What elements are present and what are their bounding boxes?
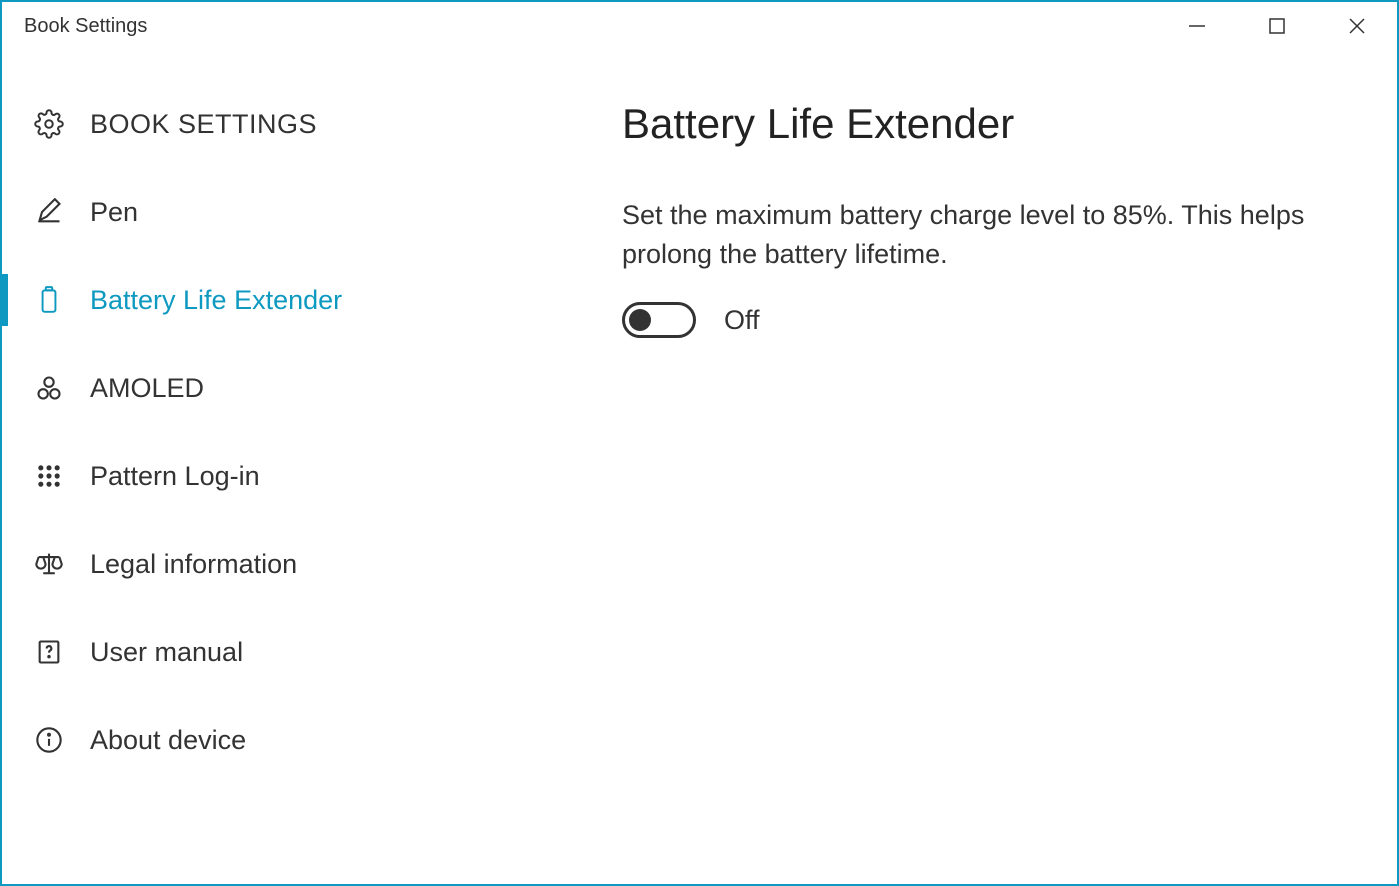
- battery-extender-toggle[interactable]: [622, 302, 696, 338]
- close-button[interactable]: [1317, 2, 1397, 50]
- page-title: Battery Life Extender: [622, 100, 1317, 148]
- window-controls: [1157, 2, 1397, 50]
- circles-icon: [32, 371, 66, 405]
- maximize-icon: [1268, 17, 1286, 35]
- maximize-button[interactable]: [1237, 2, 1317, 50]
- sidebar-item-label: User manual: [90, 637, 243, 668]
- app-window: Book Settings BOOK SETTINGS: [0, 0, 1399, 886]
- manual-icon: [32, 635, 66, 669]
- scales-icon: [32, 547, 66, 581]
- sidebar-item-label: Pen: [90, 197, 138, 228]
- sidebar-item-user-manual[interactable]: User manual: [2, 608, 562, 696]
- sidebar-item-label: AMOLED: [90, 373, 204, 404]
- sidebar-item-label: Pattern Log-in: [90, 461, 260, 492]
- sidebar-item-label: Legal information: [90, 549, 297, 580]
- sidebar-item-amoled[interactable]: AMOLED: [2, 344, 562, 432]
- minimize-icon: [1188, 17, 1206, 35]
- sidebar-item-label: About device: [90, 725, 246, 756]
- gear-icon: [32, 107, 66, 141]
- sidebar: BOOK SETTINGS Pen Battery Life Extender …: [2, 50, 562, 884]
- battery-icon: [32, 283, 66, 317]
- close-icon: [1347, 16, 1367, 36]
- sidebar-item-battery-life-extender[interactable]: Battery Life Extender: [2, 256, 562, 344]
- sidebar-item-pattern-login[interactable]: Pattern Log-in: [2, 432, 562, 520]
- window-title: Book Settings: [24, 15, 147, 38]
- pattern-icon: [32, 459, 66, 493]
- main-panel: Battery Life Extender Set the maximum ba…: [562, 50, 1397, 884]
- toggle-knob: [629, 309, 651, 331]
- content: BOOK SETTINGS Pen Battery Life Extender …: [2, 50, 1397, 884]
- sidebar-item-about-device[interactable]: About device: [2, 696, 562, 784]
- sidebar-item-legal-information[interactable]: Legal information: [2, 520, 562, 608]
- minimize-button[interactable]: [1157, 2, 1237, 50]
- titlebar: Book Settings: [2, 2, 1397, 50]
- toggle-state-label: Off: [724, 305, 760, 336]
- page-description: Set the maximum battery charge level to …: [622, 196, 1317, 274]
- info-icon: [32, 723, 66, 757]
- pen-icon: [32, 195, 66, 229]
- sidebar-item-label: Battery Life Extender: [90, 285, 342, 316]
- sidebar-heading-label: BOOK SETTINGS: [90, 109, 317, 140]
- sidebar-heading[interactable]: BOOK SETTINGS: [2, 80, 562, 168]
- sidebar-item-pen[interactable]: Pen: [2, 168, 562, 256]
- toggle-row: Off: [622, 302, 1317, 338]
